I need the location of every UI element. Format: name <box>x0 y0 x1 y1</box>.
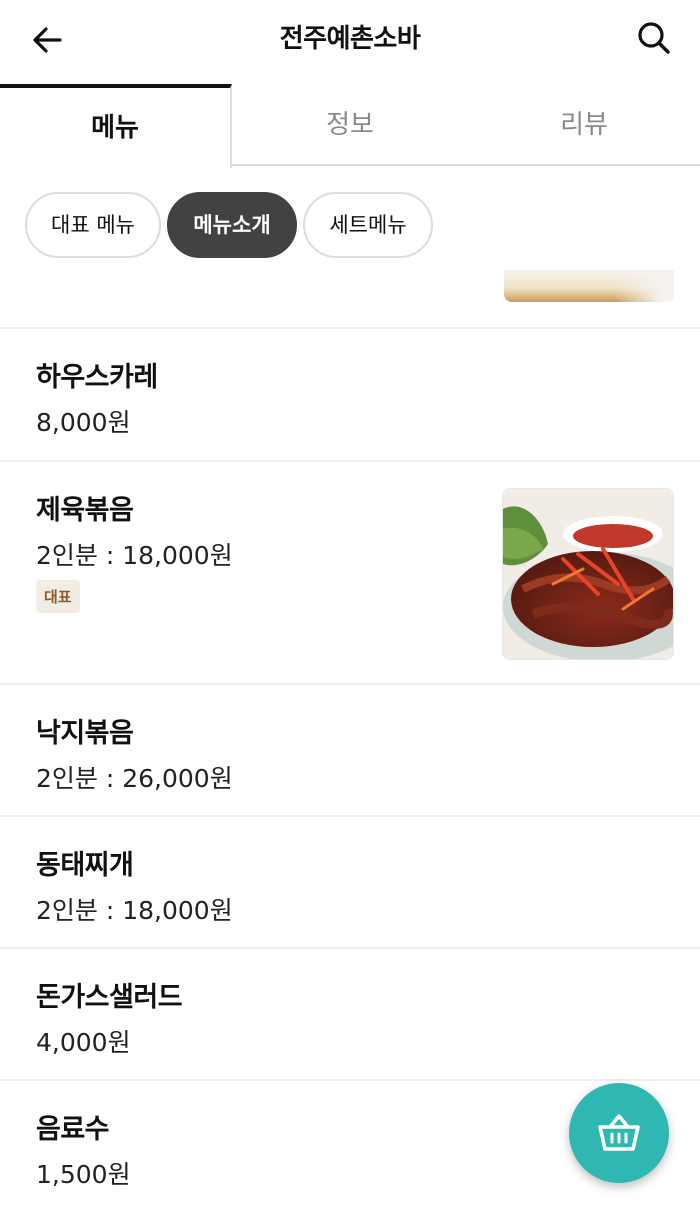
menu-item-name: 동태찌개 <box>36 850 134 881</box>
menu-item-name: 돈가스샐러드 <box>36 982 183 1013</box>
cart-button[interactable] <box>569 1083 669 1183</box>
menu-item[interactable]: 제육볶음 2인분 : 18,000원 대표 <box>0 460 700 683</box>
menu-item[interactable]: 하우스카레 8,000원 <box>0 327 700 460</box>
menu-item-name: 제육볶음 <box>36 495 134 526</box>
page-title: 전주예촌소바 <box>279 24 421 54</box>
tab-menu[interactable]: 메뉴 <box>0 84 232 168</box>
menu-item[interactable]: 낙지볶음 2인분 : 26,000원 <box>0 683 700 815</box>
menu-item[interactable]: 동태찌개 2인분 : 18,000원 <box>0 815 700 947</box>
menu-list: 하우스카레 8,000원 제육볶음 2인분 : 18,000원 대표 낙지볶음 … <box>0 327 700 1211</box>
menu-item-photo <box>502 488 674 660</box>
tab-reviews[interactable]: 리뷰 <box>468 84 700 166</box>
menu-item-price: 8,000원 <box>36 408 131 437</box>
search-icon <box>638 22 670 54</box>
chip-signature-menu[interactable]: 대표 메뉴 <box>25 192 161 258</box>
app-header: 전주예촌소바 <box>0 0 700 80</box>
search-button[interactable] <box>634 18 674 58</box>
menu-item-price: 2인분 : 18,000원 <box>36 541 233 570</box>
menu-item-price: 2인분 : 26,000원 <box>36 764 233 793</box>
category-chips: 대표 메뉴 메뉴소개 세트메뉴 <box>0 190 700 262</box>
chip-menu-intro[interactable]: 메뉴소개 <box>167 192 297 258</box>
menu-item-price: 1,500원 <box>36 1160 131 1189</box>
menu-item-name: 음료수 <box>36 1114 110 1145</box>
menu-item-name: 낙지볶음 <box>36 718 134 749</box>
basket-icon <box>598 1114 640 1151</box>
menu-item-price: 4,000원 <box>36 1028 131 1057</box>
menu-item-name: 하우스카레 <box>36 362 158 393</box>
previous-item-image <box>504 270 674 302</box>
chip-set-menu[interactable]: 세트메뉴 <box>303 192 433 258</box>
menu-item[interactable]: 돈가스샐러드 4,000원 <box>0 947 700 1079</box>
menu-item-price: 2인분 : 18,000원 <box>36 896 233 925</box>
tab-bar: 메뉴 정보 리뷰 <box>0 84 700 168</box>
signature-badge: 대표 <box>36 580 80 613</box>
tab-info[interactable]: 정보 <box>232 84 468 166</box>
